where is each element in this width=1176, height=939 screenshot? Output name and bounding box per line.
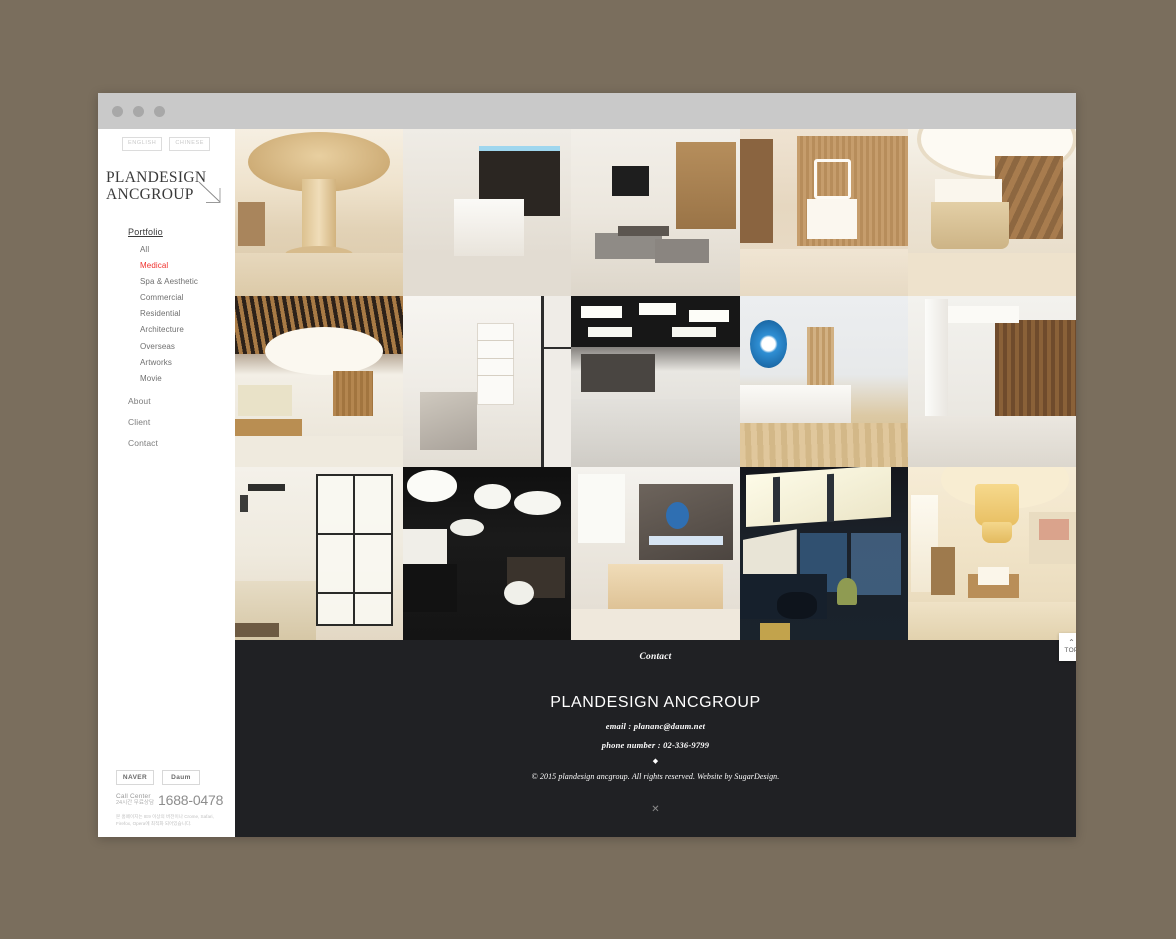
daum-button[interactable]: Daum (162, 769, 200, 785)
sidebar-item-spa-aesthetic[interactable]: Spa & Aesthetic (140, 277, 235, 286)
call-center-number[interactable]: 1688-0478 (158, 793, 223, 807)
logo-diagonal-icon (198, 181, 221, 203)
tile-ecngc-curved-desk[interactable] (907, 129, 1076, 296)
tile-blue-logo-reception[interactable] (739, 296, 908, 467)
tile-white-display-shelving[interactable] (403, 296, 572, 467)
main-content: Contact PLANDESIGN ANCGROUP email : plan… (235, 129, 1076, 837)
tile-waiting-lounge-tv[interactable] (571, 129, 740, 296)
desktop-background: ENGLISH CHINESE PLANDESIGN ANCGROUP Port… (0, 0, 1176, 939)
sidebar-nav: Portfolio All Medical Spa & Aesthetic Co… (98, 227, 235, 449)
footer-email[interactable]: email : plananc@daum.net (235, 721, 1076, 731)
browser-support-note: 본 홈페이지는 IE9 이상의 버전이나 Crome, Safari, Fire… (116, 813, 214, 826)
browser-titlebar (98, 93, 1076, 129)
sidebar-item-medical[interactable]: Medical (140, 261, 235, 270)
sidebar-item-client[interactable]: Client (128, 417, 235, 427)
sidebar-item-about[interactable]: About (128, 396, 235, 406)
maximize-dot[interactable] (154, 105, 165, 117)
tile-light-wood-counter[interactable] (571, 467, 740, 640)
sidebar-footer: NAVER Daum Call Center 24시간 무료상담 1688-04… (98, 769, 235, 827)
call-center-block: Call Center 24시간 무료상담 1688-0478 (116, 793, 235, 807)
tile-dark-reception-counter[interactable] (403, 129, 572, 296)
site-logo[interactable]: PLANDESIGN ANCGROUP (106, 169, 226, 215)
footer-copyright: © 2015 plandesign ancgroup. All rights r… (531, 772, 780, 781)
footer-contact-heading: Contact (639, 652, 672, 662)
portal-links: NAVER Daum (116, 769, 235, 785)
tile-glass-partition-corridor[interactable] (235, 467, 404, 640)
sidebar-item-movie[interactable]: Movie (140, 374, 235, 383)
scroll-to-top-label: TOP (1064, 647, 1076, 655)
scroll-to-top-button[interactable]: ⌃ TOP (1059, 633, 1076, 661)
tile-wood-panel-hallway[interactable] (907, 296, 1076, 467)
lang-chinese-button[interactable]: CHINESE (169, 137, 211, 151)
close-icon[interactable]: ✕ (235, 804, 1076, 815)
sidebar-item-architecture[interactable]: Architecture (140, 325, 235, 334)
sidebar-item-commercial[interactable]: Commercial (140, 293, 235, 302)
tile-nmau-logo-corridor[interactable] (739, 129, 908, 296)
tile-black-gloss-salon[interactable] (403, 467, 572, 640)
call-center-sublabel: 24시간 무료상담 (116, 800, 155, 807)
tile-skylight-lounge[interactable] (739, 467, 908, 640)
sidebar: ENGLISH CHINESE PLANDESIGN ANCGROUP Port… (98, 129, 235, 837)
tile-wood-fan-ceiling-lobby[interactable] (235, 129, 404, 296)
portfolio-gallery-grid (235, 129, 1076, 640)
tile-pendant-lamp-lobby[interactable] (907, 467, 1076, 640)
chevron-up-icon: ⌃ (1068, 637, 1075, 647)
sidebar-item-residential[interactable]: Residential (140, 309, 235, 318)
sidebar-item-artworks[interactable]: Artworks (140, 358, 235, 367)
footer-brand: PLANDESIGN ANCGROUP (550, 694, 761, 711)
sidebar-item-overseas[interactable]: Overseas (140, 342, 235, 351)
page-viewport: ENGLISH CHINESE PLANDESIGN ANCGROUP Port… (98, 129, 1076, 837)
sidebar-item-contact[interactable]: Contact (128, 438, 235, 448)
sidebar-item-portfolio[interactable]: Portfolio (128, 227, 235, 237)
footer-phone: phone number : 02-336-9799 (601, 740, 710, 750)
lang-english-button[interactable]: ENGLISH (122, 137, 163, 151)
minimize-dot[interactable] (133, 105, 144, 117)
footer-divider-icon: ◆ (652, 758, 659, 765)
browser-window: ENGLISH CHINESE PLANDESIGN ANCGROUP Port… (98, 93, 1076, 837)
site-footer: Contact PLANDESIGN ANCGROUP email : plan… (235, 640, 1076, 837)
tile-black-beam-lobby[interactable] (571, 296, 740, 467)
close-dot[interactable] (112, 105, 123, 117)
sidebar-item-all[interactable]: All (140, 245, 235, 254)
language-switcher: ENGLISH CHINESE (98, 129, 235, 151)
naver-button[interactable]: NAVER (116, 769, 154, 785)
tile-slat-ceiling-cafe[interactable] (235, 296, 404, 467)
